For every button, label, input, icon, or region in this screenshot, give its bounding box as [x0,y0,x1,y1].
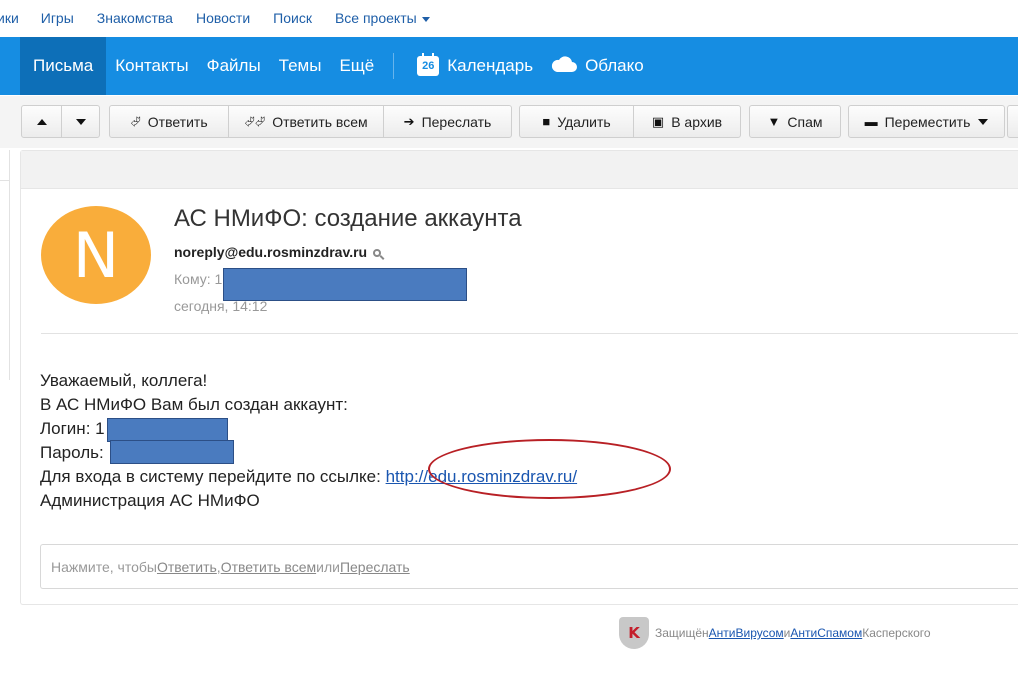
body-signature: Администрация АС НМиФО [40,491,260,510]
message-sender[interactable]: noreply@edu.rosminzdrav.ru [174,244,382,260]
move-button[interactable]: ▬ Переместить [849,106,1004,137]
delete-label: Удалить [557,113,611,130]
to-label: Кому: [174,271,211,287]
highlight-ellipse [428,439,671,499]
nav-divider [393,53,395,79]
portal-link-search[interactable]: Поиск [273,10,312,26]
quick-reply-link[interactable]: Ответить [157,559,217,575]
forward-icon: ➔ [403,113,415,129]
antivirus-link[interactable]: АнтиВирусом [709,626,784,640]
sender-email: noreply@edu.rosminzdrav.ru [174,244,368,260]
reply-label: Ответить [147,113,208,130]
move-label: Переместить [884,113,971,130]
body-login-line: Логин: 1 [40,419,105,439]
nav-calendar[interactable]: 26 Календарь [408,37,542,95]
reply-button[interactable]: ⮰ Ответить [110,106,228,137]
kaspersky-shield-letter: K [628,624,640,642]
header-divider [41,333,1018,334]
arrow-up-icon [36,118,47,125]
antispam-link[interactable]: АнтиСпамом [790,626,862,640]
nav-cloud-label: Облако [585,56,644,75]
reply-icon: ⮰ [130,113,141,129]
quick-reply-all-link[interactable]: Ответить всем [221,559,316,575]
body-password-line: Пароль: [40,443,104,463]
search-icon[interactable] [373,249,382,258]
archive-label: В архив [671,113,723,130]
and-label: и [783,626,791,640]
quick-reply-box[interactable]: Нажмите, чтобы Ответить, Ответить всем и… [40,544,1018,589]
sender-avatar: N [41,206,151,304]
arrow-down-icon [75,118,86,125]
login-value-partial: 1 [95,419,105,438]
message-pane: N АС НМиФО: создание аккаунта noreply@ed… [20,150,1018,605]
link-prefix: Для входа в систему перейдите по ссылке: [40,467,386,486]
body-greeting: Уважаемый, коллега! [40,371,208,390]
nav-tab-letters[interactable]: Письма [20,37,107,95]
reply-group: ⮰ Ответить ⮰⮰ Ответить всем ➔ Переслать [109,105,512,138]
portal-link-partial[interactable]: ики [0,10,19,26]
password-label: Пароль: [40,443,104,462]
to-value-partial: 1 [214,271,223,287]
folder-list-edge [0,150,10,380]
redacted-login [107,418,228,442]
body-account-created: В АС НМиФО Вам был создан аккаунт: [40,395,348,414]
archive-button[interactable]: ▣ В архив [633,106,740,137]
kaspersky-shield-icon: K [619,617,649,649]
message-recipient: Кому: 1 [174,271,222,287]
forward-button[interactable]: ➔ Переслать [383,106,511,137]
protected-label: Защищён [655,626,709,640]
spam-group: ▼ Спам [749,105,841,138]
message-subject: АС НМиФО: создание аккаунта [174,205,522,232]
trash-icon: ■ [542,114,551,129]
main-nav: Письма Контакты Файлы Темы Ещё 26 Календ… [0,37,1018,95]
message-date: сегодня, 14:12 [174,298,268,314]
folder-icon: ▬ [864,114,878,129]
forward-label: Переслать [421,113,492,130]
kaspersky-label: Касперского [862,626,931,640]
reply-prompt-or: или [316,558,340,575]
login-label: Логин: [40,419,96,438]
nav-tab-files[interactable]: Файлы [198,37,270,95]
quick-forward-link[interactable]: Переслать [340,559,410,575]
portal-link-games[interactable]: Игры [41,10,74,26]
nav-tab-more[interactable]: Ещё [330,37,383,95]
reply-all-button[interactable]: ⮰⮰ Ответить всем [228,106,383,137]
spam-button[interactable]: ▼ Спам [750,106,840,137]
cloud-icon [551,55,578,78]
reply-prompt-prefix: Нажмите, чтобы [51,558,157,575]
portal-bar: ики Игры Знакомства Новости Поиск Все пр… [0,0,1018,36]
thumbs-down-icon: ▼ [767,114,781,129]
previous-message-button[interactable] [22,106,61,137]
delete-archive-group: ■ Удалить ▣ В архив [519,105,741,138]
kaspersky-protection: K Защищён АнтиВирусом и АнтиСпамом Каспе… [619,617,931,649]
nav-arrows-group [21,105,100,138]
next-message-button[interactable] [61,106,99,137]
redacted-password [110,440,234,464]
message-toolbar: ⮰ Ответить ⮰⮰ Ответить всем ➔ Переслать ■ Уд… [0,96,1018,148]
portal-all-projects[interactable]: Все проекты [335,10,430,26]
nav-tab-contacts[interactable]: Контакты [106,37,197,95]
nav-cloud[interactable]: Облако [542,37,653,95]
redacted-recipient [223,268,467,301]
toolbar-overflow-group [1007,105,1018,138]
nav-calendar-label: Календарь [447,56,534,75]
all-projects-label: Все проекты [334,10,417,26]
spam-label: Спам [787,113,823,130]
chevron-down-icon [978,118,989,125]
move-group: ▬ Переместить [848,105,1005,138]
archive-icon: ▣ [651,113,665,129]
chevron-down-icon [421,16,430,22]
portal-link-dating[interactable]: Знакомства [97,10,173,26]
portal-link-news[interactable]: Новости [196,10,250,26]
reply-all-icon: ⮰⮰ [244,113,266,129]
reply-all-label: Ответить всем [272,113,368,130]
nav-tab-themes[interactable]: Темы [270,37,331,95]
delete-button[interactable]: ■ Удалить [520,106,633,137]
calendar-icon: 26 [417,53,440,76]
message-header-strip [21,151,1018,189]
